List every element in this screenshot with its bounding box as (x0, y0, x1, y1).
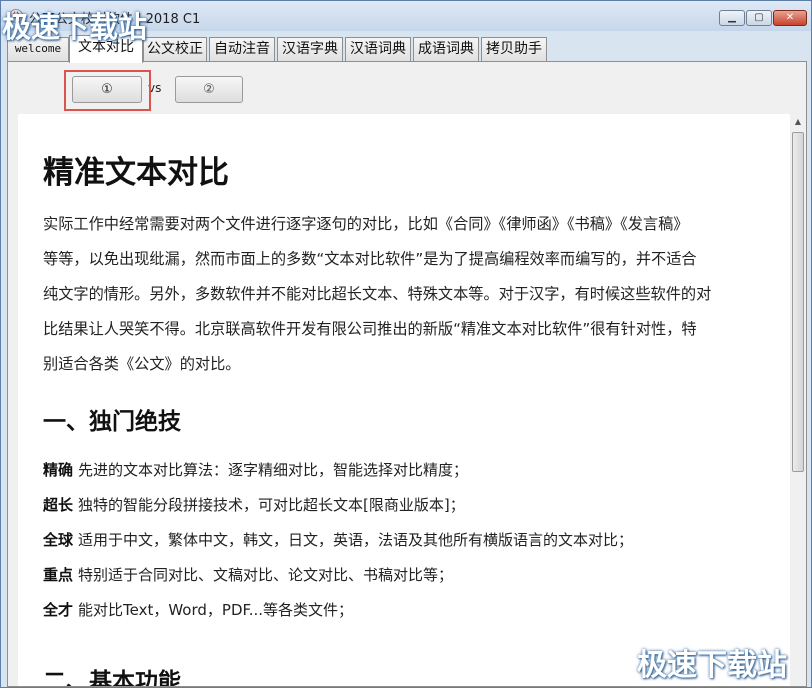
watermark-top: 极速下载站 (2, 10, 148, 44)
feature-item: 重点 特别适于合同对比、文稿对比、论文对比、书稿对比等； (43, 564, 453, 585)
feature-item: 全才 能对比Text，Word，PDF...等各类文件； (43, 599, 353, 620)
minimize-button[interactable]: ▁ (719, 10, 745, 26)
intro-line: 别适合各类《公文》的对比。 (43, 355, 241, 373)
intro-line: 纯文字的情形。另外，多数软件并不能对比超长文本、特殊文本等。对于汉字，有时候这些… (43, 285, 712, 303)
document-view[interactable]: 精准文本对比 实际工作中经常需要对两个文件进行逐字逐句的对比，比如《合同》《律师… (18, 114, 790, 686)
maximize-button[interactable]: ▢ (746, 10, 772, 26)
vertical-scrollbar[interactable]: ▲ (790, 114, 806, 686)
intro-line: 实际工作中经常需要对两个文件进行逐字逐句的对比，比如《合同》《律师函》《书稿》《… (43, 215, 689, 233)
app-window: 公 公可公文校对软件 | 2018 C1 ▁ ▢ ✕ welcome 文本对比 … (0, 0, 812, 688)
tab-idiom-dict[interactable]: 成语词典 (413, 37, 479, 61)
highlight-box (64, 70, 151, 111)
tab-auto-phonetic[interactable]: 自动注音 (209, 37, 275, 61)
scrollbar-thumb[interactable] (792, 132, 804, 472)
tab-copy-assistant[interactable]: 拷贝助手 (481, 37, 547, 61)
feature-item: 超长 独特的智能分段拼接技术，可对比超长文本[限商业版本]； (43, 494, 465, 515)
feature-key: 全球 (43, 531, 74, 549)
scroll-up-arrow-icon[interactable]: ▲ (790, 114, 806, 130)
intro-line: 等等，以免出现纰漏，然而市面上的多数“文本对比软件”是为了提高编程效率而编写的，… (43, 250, 697, 268)
tab-chinese-word-dict[interactable]: 汉语词典 (345, 37, 411, 61)
close-button[interactable]: ✕ (773, 10, 807, 26)
document-title: 精准文本对比 (43, 155, 229, 191)
feature-item: 精确 先进的文本对比算法：逐字精细对比，智能选择对比精度； (43, 459, 468, 480)
feature-key: 全才 (43, 601, 74, 619)
feature-key: 重点 (43, 566, 74, 584)
section-heading: 一、独门绝技 (43, 409, 181, 435)
feature-key: 超长 (43, 496, 74, 514)
intro-line: 比结果让人哭笑不得。北京联高软件开发有限公司推出的新版“精准文本对比软件”很有针… (43, 320, 697, 338)
tab-document-proofread[interactable]: 公文校正 (143, 37, 207, 61)
tab-chinese-character-dict[interactable]: 汉语字典 (277, 37, 343, 61)
compare-file-two-button[interactable]: ② (175, 76, 243, 103)
feature-text: 独特的智能分段拼接技术，可对比超长文本[限商业版本]； (78, 496, 465, 514)
feature-text: 适用于中文，繁体中文，韩文，日文，英语，法语及其他所有横版语言的文本对比； (78, 531, 634, 549)
feature-key: 精确 (43, 461, 74, 479)
section-heading: 二、基本功能 (43, 669, 181, 686)
feature-text: 特别适于合同对比、文稿对比、论文对比、书稿对比等； (78, 566, 454, 584)
tab-panel-text-compare: ① vs ② 精准文本对比 实际工作中经常需要对两个文件进行逐字逐句的对比，比如… (7, 61, 807, 687)
feature-text: 先进的文本对比算法：逐字精细对比，智能选择对比精度； (78, 461, 469, 479)
feature-item: 全球 适用于中文，繁体中文，韩文，日文，英语，法语及其他所有横版语言的文本对比； (43, 529, 633, 550)
feature-text: 能对比Text，Word，PDF...等各类文件； (78, 601, 354, 619)
watermark-bottom: 极速下载站 (637, 648, 787, 683)
